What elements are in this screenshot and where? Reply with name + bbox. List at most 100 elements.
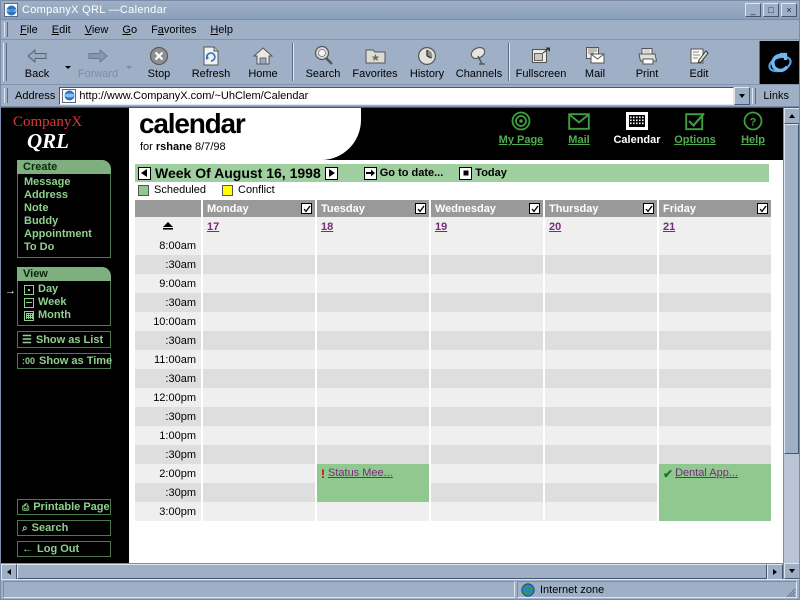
calendar-slot[interactable] bbox=[545, 236, 657, 255]
nav-options[interactable]: Options bbox=[671, 110, 719, 146]
log-out-button[interactable]: ← Log Out bbox=[17, 541, 111, 557]
calendar-slot[interactable] bbox=[203, 502, 315, 521]
calendar-slot[interactable] bbox=[431, 464, 543, 483]
toolbar-home-button[interactable]: Home bbox=[237, 41, 289, 83]
calendar-slot[interactable] bbox=[545, 483, 657, 502]
calendar-slot[interactable] bbox=[317, 350, 429, 369]
calendar-slot[interactable] bbox=[317, 445, 429, 464]
toolbar-forward-button[interactable]: Forward bbox=[72, 41, 124, 83]
scroll-right-button[interactable] bbox=[767, 564, 783, 579]
sidebar-item-buddy[interactable]: Buddy bbox=[24, 215, 110, 228]
sidebar-item-appointment[interactable]: Appointment bbox=[24, 228, 110, 241]
addressbar-grip[interactable] bbox=[4, 88, 8, 103]
calendar-slot[interactable] bbox=[659, 369, 771, 388]
day-select-checkbox[interactable] bbox=[757, 203, 768, 214]
next-week-button[interactable] bbox=[324, 166, 338, 180]
calendar-slot[interactable] bbox=[659, 255, 771, 274]
toolbar-refresh-button[interactable]: Refresh bbox=[185, 41, 237, 83]
calendar-slot[interactable] bbox=[431, 407, 543, 426]
scroll-left-button[interactable] bbox=[1, 564, 17, 579]
calendar-slot[interactable] bbox=[203, 350, 315, 369]
show-as-list-button[interactable]: ☰ Show as List bbox=[17, 331, 111, 348]
calendar-slot[interactable] bbox=[431, 312, 543, 331]
security-zone-pane[interactable]: Internet zone bbox=[517, 581, 797, 598]
calendar-slot[interactable] bbox=[317, 274, 429, 293]
calendar-slot[interactable] bbox=[431, 445, 543, 464]
toolbar-edit-button[interactable]: Edit bbox=[673, 41, 725, 83]
calendar-slot[interactable] bbox=[203, 388, 315, 407]
menu-view[interactable]: View bbox=[78, 22, 116, 38]
calendar-slot[interactable] bbox=[431, 331, 543, 350]
scroll-up-row[interactable] bbox=[135, 217, 201, 236]
hscroll-thumb[interactable] bbox=[17, 564, 767, 579]
calendar-slot[interactable] bbox=[545, 388, 657, 407]
day-select-checkbox[interactable] bbox=[643, 203, 654, 214]
calendar-slot[interactable] bbox=[659, 388, 771, 407]
calendar-slot[interactable] bbox=[317, 407, 429, 426]
address-input[interactable]: http://www.CompanyX.com/~UhClem/Calendar bbox=[59, 86, 735, 105]
event-title-link[interactable]: Status Mee... bbox=[328, 467, 393, 479]
calendar-slot[interactable] bbox=[203, 369, 315, 388]
calendar-slot[interactable] bbox=[431, 236, 543, 255]
calendar-event[interactable]: ! Status Mee... bbox=[317, 464, 429, 502]
calendar-slot[interactable] bbox=[431, 502, 543, 521]
calendar-slot[interactable] bbox=[431, 369, 543, 388]
sidebar-item-day[interactable]: Day bbox=[24, 283, 110, 296]
sidebar-item-message[interactable]: Message bbox=[24, 176, 110, 189]
calendar-slot[interactable] bbox=[203, 426, 315, 445]
menu-edit[interactable]: Edit bbox=[45, 22, 78, 38]
calendar-slot[interactable] bbox=[317, 388, 429, 407]
menu-favorites[interactable]: Favorites bbox=[144, 22, 203, 38]
calendar-slot[interactable] bbox=[317, 331, 429, 350]
calendar-slot[interactable] bbox=[317, 502, 429, 521]
calendar-slot[interactable] bbox=[545, 274, 657, 293]
menu-file[interactable]: File bbox=[13, 22, 45, 38]
calendar-slot[interactable] bbox=[431, 274, 543, 293]
menubar-grip[interactable] bbox=[4, 22, 8, 37]
nav-mail[interactable]: Mail bbox=[555, 110, 603, 146]
printable-page-button[interactable]: ⎙ Printable Page bbox=[17, 499, 111, 515]
links-label[interactable]: Links bbox=[763, 90, 789, 102]
calendar-slot[interactable] bbox=[203, 445, 315, 464]
calendar-slot[interactable] bbox=[659, 426, 771, 445]
calendar-slot[interactable] bbox=[203, 312, 315, 331]
forward-dropdown-button[interactable] bbox=[124, 41, 133, 83]
calendar-slot[interactable] bbox=[545, 312, 657, 331]
vertical-scrollbar[interactable] bbox=[783, 108, 799, 579]
previous-week-button[interactable] bbox=[138, 166, 151, 180]
calendar-slot[interactable] bbox=[203, 464, 315, 483]
sidebar-search-button[interactable]: ⌕ Search bbox=[17, 520, 111, 536]
day-select-checkbox[interactable] bbox=[529, 203, 540, 214]
day-date-link[interactable]: 21 bbox=[663, 221, 675, 233]
toolbar-grip[interactable] bbox=[3, 43, 7, 81]
toolbar-favorites-button[interactable]: Favorites bbox=[349, 41, 401, 83]
calendar-slot[interactable] bbox=[545, 293, 657, 312]
calendar-slot[interactable] bbox=[659, 274, 771, 293]
event-title-link[interactable]: Dental App... bbox=[675, 467, 738, 479]
calendar-slot[interactable] bbox=[545, 369, 657, 388]
day-select-checkbox[interactable] bbox=[415, 203, 426, 214]
calendar-slot[interactable] bbox=[431, 426, 543, 445]
links-grip[interactable] bbox=[752, 87, 757, 104]
menu-go[interactable]: Go bbox=[115, 22, 144, 38]
horizontal-scrollbar[interactable] bbox=[1, 563, 783, 579]
calendar-slot[interactable] bbox=[545, 426, 657, 445]
calendar-slot[interactable] bbox=[545, 464, 657, 483]
calendar-slot[interactable] bbox=[545, 502, 657, 521]
toolbar-back-button[interactable]: Back bbox=[11, 41, 63, 83]
sidebar-item-todo[interactable]: To Do bbox=[24, 241, 110, 254]
calendar-slot[interactable] bbox=[545, 445, 657, 464]
calendar-slot[interactable] bbox=[545, 255, 657, 274]
back-dropdown-button[interactable] bbox=[63, 41, 72, 83]
calendar-slot[interactable] bbox=[545, 407, 657, 426]
menu-help[interactable]: Help bbox=[203, 22, 240, 38]
calendar-slot[interactable] bbox=[317, 426, 429, 445]
scroll-up-button[interactable] bbox=[784, 108, 799, 124]
calendar-slot[interactable] bbox=[431, 350, 543, 369]
sidebar-item-week[interactable]: Week bbox=[24, 296, 110, 309]
calendar-slot[interactable] bbox=[203, 236, 315, 255]
calendar-slot[interactable] bbox=[203, 407, 315, 426]
vscroll-track[interactable] bbox=[784, 454, 799, 563]
calendar-slot[interactable] bbox=[317, 369, 429, 388]
nav-calendar[interactable]: Calendar bbox=[613, 110, 661, 146]
